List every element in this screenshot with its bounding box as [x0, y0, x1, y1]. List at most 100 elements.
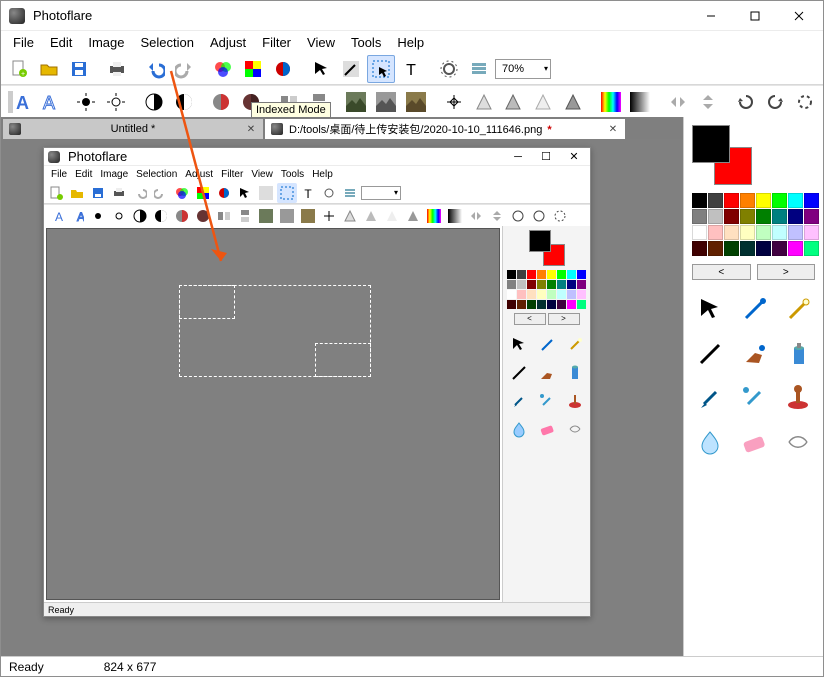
redo-icon[interactable] — [171, 55, 199, 83]
close-button[interactable] — [777, 2, 821, 30]
palette-swatch[interactable] — [804, 241, 819, 256]
brush-tool-icon[interactable] — [736, 380, 772, 416]
contrast-inv-icon[interactable] — [170, 88, 198, 116]
settings-icon[interactable] — [435, 55, 463, 83]
sharpen-3-icon[interactable] — [529, 88, 557, 116]
spraycan-tool-icon[interactable] — [780, 336, 816, 372]
sharpen-4-icon[interactable] — [559, 88, 587, 116]
text-blue-a-icon[interactable]: A — [5, 88, 33, 116]
rgb-mode-icon[interactable] — [209, 55, 237, 83]
tab-close-icon[interactable]: ✕ — [245, 123, 257, 135]
menu-view[interactable]: View — [301, 33, 341, 52]
grayscale-grad-icon[interactable] — [627, 88, 655, 116]
saturation-icon[interactable] — [208, 88, 236, 116]
brightness-down-icon[interactable] — [102, 88, 130, 116]
palette-swatch[interactable] — [692, 225, 707, 240]
palette-swatch[interactable] — [708, 225, 723, 240]
cursor-tool-icon[interactable] — [692, 292, 728, 328]
palette-swatch[interactable] — [772, 193, 787, 208]
menu-adjust[interactable]: Adjust — [204, 33, 252, 52]
menu-file[interactable]: File — [7, 33, 40, 52]
mirror-v-icon[interactable] — [694, 88, 722, 116]
indexed-mode-icon[interactable] — [239, 55, 267, 83]
palette-swatch[interactable] — [740, 241, 755, 256]
duotone-icon[interactable] — [269, 55, 297, 83]
save-icon[interactable] — [65, 55, 93, 83]
rotate-free-icon[interactable] — [791, 88, 819, 116]
palette-swatch[interactable] — [772, 225, 787, 240]
palette-swatch[interactable] — [788, 225, 803, 240]
select-tool-icon[interactable] — [367, 55, 395, 83]
palette-prev-button[interactable]: < — [692, 264, 751, 280]
palette-swatch[interactable] — [804, 209, 819, 224]
palette-next-button[interactable]: > — [757, 264, 816, 280]
tab-screenshot[interactable]: D:/tools/桌面/待上传安装包/2020-10-10_111646.png… — [265, 119, 625, 139]
contrast-icon[interactable] — [140, 88, 168, 116]
palette-swatch[interactable] — [692, 193, 707, 208]
menu-edit[interactable]: Edit — [44, 33, 78, 52]
palette-swatch[interactable] — [724, 225, 739, 240]
palette-swatch[interactable] — [724, 241, 739, 256]
new-file-icon[interactable]: + — [5, 55, 33, 83]
palette-swatch[interactable] — [724, 209, 739, 224]
magic-wand-tool-icon[interactable] — [780, 292, 816, 328]
palette-swatch[interactable] — [804, 225, 819, 240]
palette-swatch[interactable] — [788, 209, 803, 224]
bucket-tool-icon[interactable] — [736, 336, 772, 372]
undo-icon[interactable] — [141, 55, 169, 83]
color-palette[interactable] — [692, 193, 815, 256]
filter-2-icon[interactable] — [372, 88, 400, 116]
palette-swatch[interactable] — [756, 193, 771, 208]
rotate-ccw-icon[interactable] — [732, 88, 760, 116]
palette-swatch[interactable] — [708, 193, 723, 208]
maximize-button[interactable] — [733, 2, 777, 30]
sharpen-2-icon[interactable] — [499, 88, 527, 116]
stamp-tool-icon[interactable] — [780, 380, 816, 416]
eyedropper-tool-icon[interactable] — [736, 292, 772, 328]
sharpen-1-icon[interactable] — [470, 88, 498, 116]
eraser-tool-icon[interactable] — [736, 424, 772, 460]
text-tool-icon[interactable]: T — [397, 55, 425, 83]
palette-swatch[interactable] — [692, 209, 707, 224]
wand-tool-icon[interactable] — [337, 55, 365, 83]
palette-swatch[interactable] — [772, 241, 787, 256]
palette-swatch[interactable] — [740, 225, 755, 240]
tab-untitled[interactable]: Untitled * ✕ — [3, 119, 263, 139]
smudge-tool-icon[interactable] — [780, 424, 816, 460]
line-tool-icon[interactable] — [692, 336, 728, 372]
blur-tool-icon[interactable] — [692, 424, 728, 460]
palette-swatch[interactable] — [692, 241, 707, 256]
palette-swatch[interactable] — [740, 209, 755, 224]
palette-swatch[interactable] — [724, 193, 739, 208]
palette-swatch[interactable] — [756, 241, 771, 256]
hue-icon[interactable] — [597, 88, 625, 116]
zoom-selector[interactable]: 70%▾ — [495, 59, 551, 79]
tab-close-icon[interactable]: ✕ — [607, 123, 619, 135]
filter-3-icon[interactable] — [402, 88, 430, 116]
palette-swatch[interactable] — [740, 193, 755, 208]
palette-swatch[interactable] — [804, 193, 819, 208]
menu-image[interactable]: Image — [82, 33, 130, 52]
rotate-cw-icon[interactable] — [762, 88, 790, 116]
text-outline-a-icon[interactable]: A — [35, 88, 63, 116]
open-file-icon[interactable] — [35, 55, 63, 83]
filter-1-icon[interactable] — [343, 88, 371, 116]
crop-icon[interactable] — [440, 88, 468, 116]
print-icon[interactable] — [103, 55, 131, 83]
palette-swatch[interactable] — [756, 209, 771, 224]
layers-icon[interactable] — [465, 55, 493, 83]
menu-filter[interactable]: Filter — [256, 33, 297, 52]
menu-help[interactable]: Help — [391, 33, 430, 52]
minimize-button[interactable] — [689, 2, 733, 30]
fg-color-swatch[interactable] — [692, 125, 730, 163]
palette-swatch[interactable] — [708, 241, 723, 256]
pointer-tool-icon[interactable] — [307, 55, 335, 83]
fg-bg-color-swatch[interactable] — [692, 125, 752, 185]
menu-selection[interactable]: Selection — [135, 33, 200, 52]
brightness-up-icon[interactable] — [73, 88, 101, 116]
pen-tool-icon[interactable] — [692, 380, 728, 416]
canvas-viewport[interactable]: Photoflare ─ ☐ ✕ FileEditImageSelectionA… — [1, 139, 683, 656]
palette-swatch[interactable] — [708, 209, 723, 224]
palette-swatch[interactable] — [772, 209, 787, 224]
mirror-h-icon[interactable] — [664, 88, 692, 116]
